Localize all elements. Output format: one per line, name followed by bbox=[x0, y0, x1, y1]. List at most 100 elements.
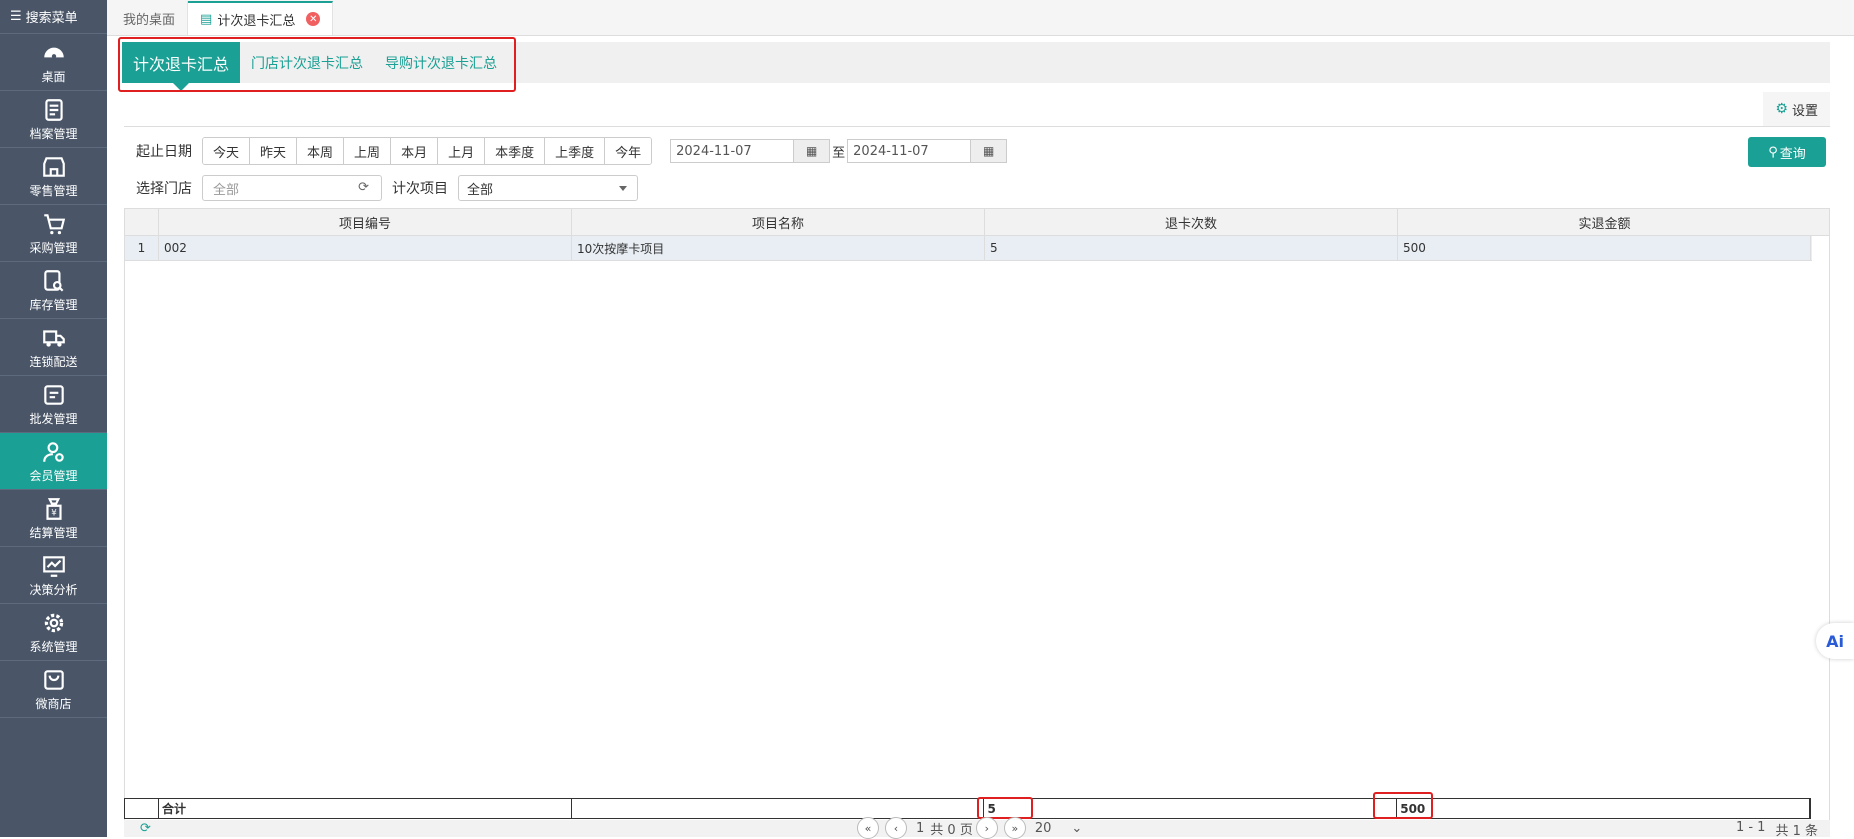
chevron-down-icon bbox=[619, 186, 627, 191]
date-range-label: 起止日期 bbox=[136, 144, 192, 160]
sidebar-item-label: 连锁配送 bbox=[29, 354, 78, 369]
sidebar-item-analytics[interactable]: 决策分析 bbox=[0, 547, 107, 604]
sidebar-item-retail[interactable]: 零售管理 bbox=[0, 148, 107, 205]
sidebar-item-label: 库存管理 bbox=[29, 297, 78, 312]
record-total: 共 1 条 bbox=[1775, 824, 1818, 839]
page-input[interactable]: 1 bbox=[916, 821, 924, 836]
quick-date-group: 今天 昨天 本周 上周 本月 上月 本季度 上季度 今年 bbox=[202, 137, 653, 165]
query-button[interactable]: ⚲ 查询 bbox=[1748, 137, 1826, 167]
sidebar-item-settlement[interactable]: ¥ 结算管理 bbox=[0, 490, 107, 547]
sidebar-item-label: 采购管理 bbox=[29, 240, 78, 255]
quick-date-yesterday[interactable]: 昨天 bbox=[250, 138, 298, 164]
cart-icon bbox=[43, 213, 65, 234]
summary-label: 合计 bbox=[159, 799, 572, 818]
table-row[interactable]: 1 002 10次按摩卡项目 5 500 bbox=[125, 236, 1812, 261]
quick-date-this-month[interactable]: 本月 bbox=[391, 138, 439, 164]
item-label: 计次项目 bbox=[392, 181, 448, 197]
document-icon: ▤ bbox=[200, 11, 213, 27]
refresh-icon[interactable]: ⟳ bbox=[358, 180, 369, 195]
member-icon bbox=[42, 441, 64, 462]
next-page-icon[interactable]: › bbox=[975, 817, 998, 839]
tab-current-label: 计次退卡汇总 bbox=[217, 13, 296, 29]
tab-desktop[interactable]: 我的桌面 bbox=[111, 1, 189, 35]
prev-page-icon[interactable]: ‹ bbox=[885, 817, 907, 839]
analytics-icon bbox=[42, 555, 65, 577]
first-page-icon[interactable]: « bbox=[857, 817, 879, 839]
sidebar-item-system[interactable]: 系统管理 bbox=[0, 604, 107, 661]
inventory-icon bbox=[43, 269, 63, 292]
quick-date-last-month[interactable]: 上月 bbox=[438, 138, 486, 164]
settings-bar: ⚙ 设置 bbox=[124, 92, 1830, 127]
sidebar-item-delivery[interactable]: 连锁配送 bbox=[0, 319, 107, 376]
dashboard-icon bbox=[43, 47, 64, 58]
tab-current[interactable]: ▤ 计次退卡汇总 ✕ bbox=[188, 1, 334, 35]
main-area: 我的桌面 ▤ 计次退卡汇总 ✕ 计次退卡汇总 门店计次退卡汇总 导购计次退卡汇总… bbox=[107, 0, 1854, 839]
menu-search[interactable]: ☰ 搜索菜单 bbox=[0, 0, 107, 34]
archive-icon bbox=[44, 98, 63, 121]
quick-date-this-year[interactable]: 今年 bbox=[605, 138, 652, 164]
chevron-down-icon: ⌄ bbox=[1071, 820, 1083, 836]
last-page-icon[interactable]: » bbox=[1003, 817, 1026, 839]
sidebar-item-inventory[interactable]: 库存管理 bbox=[0, 262, 107, 319]
refresh-icon[interactable]: ⟳ bbox=[140, 821, 151, 836]
tab-desktop-label: 我的桌面 bbox=[123, 12, 176, 28]
calendar-icon[interactable]: ▦ bbox=[793, 140, 830, 162]
sidebar-item-wholesale[interactable]: 批发管理 bbox=[0, 376, 107, 433]
quick-date-last-quarter[interactable]: 上季度 bbox=[545, 138, 606, 164]
settings-icon bbox=[44, 613, 63, 632]
pager: ⟳ « ‹ 1 共 0 页 › » 20 ⌄ 1 - 1 共 1 条 bbox=[124, 817, 1830, 839]
cell-refund-amount: 500 bbox=[1398, 236, 1811, 260]
quick-date-this-quarter[interactable]: 本季度 bbox=[485, 138, 546, 164]
grid-header: 项目编号 项目名称 退卡次数 实退金额 bbox=[125, 209, 1829, 236]
money-bag-icon: ¥ bbox=[45, 497, 62, 520]
sidebar-item-archive[interactable]: 档案管理 bbox=[0, 91, 107, 148]
ai-assistant-icon[interactable]: Ai bbox=[1816, 623, 1854, 659]
date-filter-row: 起止日期 今天 昨天 本周 上周 本月 上月 本季度 上季度 今年 2024-1… bbox=[136, 137, 1008, 165]
store-label: 选择门店 bbox=[136, 181, 192, 197]
summary-refund-amount: 500 bbox=[1397, 799, 1810, 818]
window-tabbar: 我的桌面 ▤ 计次退卡汇总 ✕ bbox=[107, 0, 1854, 36]
sidebar-item-desktop[interactable]: 桌面 bbox=[0, 34, 107, 91]
sidebar-item-label: 微商店 bbox=[35, 696, 72, 711]
page-size-select[interactable]: 20 bbox=[1035, 821, 1052, 836]
data-grid: 项目编号 项目名称 退卡次数 实退金额 1 002 10次按摩卡项目 5 500 bbox=[124, 208, 1830, 825]
cell-item-name: 10次按摩卡项目 bbox=[572, 236, 985, 260]
start-date-input[interactable]: 2024-11-07 ▦ bbox=[670, 139, 831, 163]
settings-label: 设置 bbox=[1791, 103, 1818, 119]
quick-date-today[interactable]: 今天 bbox=[203, 138, 251, 164]
svg-text:¥: ¥ bbox=[51, 508, 57, 518]
item-select[interactable]: 全部 bbox=[458, 175, 638, 201]
sidebar-item-label: 批发管理 bbox=[29, 411, 78, 426]
quick-date-last-week[interactable]: 上周 bbox=[344, 138, 392, 164]
header-item-code[interactable]: 项目编号 bbox=[159, 209, 572, 235]
sidebar-item-label: 结算管理 bbox=[29, 525, 78, 540]
header-refund-count[interactable]: 退卡次数 bbox=[985, 209, 1398, 235]
store-select[interactable]: 全部 ⟳ bbox=[202, 175, 382, 201]
cell-refund-count: 5 bbox=[985, 236, 1398, 260]
search-icon: ⚲ bbox=[1768, 144, 1778, 160]
summary-row: 合计 5 500 bbox=[124, 798, 1811, 819]
end-date-input[interactable]: 2024-11-07 ▦ bbox=[847, 139, 1008, 163]
calendar-icon[interactable]: ▦ bbox=[970, 140, 1007, 162]
store-filter-row: 选择门店 全部 ⟳ 计次项目 全部 bbox=[136, 175, 638, 201]
quick-date-this-week[interactable]: 本周 bbox=[297, 138, 345, 164]
wholesale-icon bbox=[43, 384, 64, 405]
query-label: 查询 bbox=[1779, 146, 1806, 162]
settings-button[interactable]: ⚙ 设置 bbox=[1763, 92, 1830, 126]
sidebar-item-label: 系统管理 bbox=[29, 639, 78, 654]
end-date-value: 2024-11-07 bbox=[853, 143, 929, 159]
item-select-value: 全部 bbox=[467, 182, 494, 198]
sidebar-item-purchase[interactable]: 采购管理 bbox=[0, 205, 107, 262]
store-placeholder: 全部 bbox=[213, 182, 240, 198]
sidebar-item-label: 档案管理 bbox=[29, 126, 78, 141]
cell-item-code: 002 bbox=[159, 236, 572, 260]
close-icon[interactable]: ✕ bbox=[306, 12, 321, 26]
sidebar-item-member[interactable]: 会员管理 bbox=[0, 433, 107, 490]
header-refund-amount[interactable]: 实退金额 bbox=[1398, 209, 1811, 235]
sidebar-item-microshop[interactable]: 微商店 bbox=[0, 661, 107, 718]
record-range: 1 - 1 bbox=[1735, 820, 1766, 835]
sidebar-item-label: 决策分析 bbox=[29, 582, 78, 597]
header-item-name[interactable]: 项目名称 bbox=[572, 209, 985, 235]
sidebar-item-label: 会员管理 bbox=[29, 468, 78, 483]
header-index bbox=[125, 209, 159, 235]
